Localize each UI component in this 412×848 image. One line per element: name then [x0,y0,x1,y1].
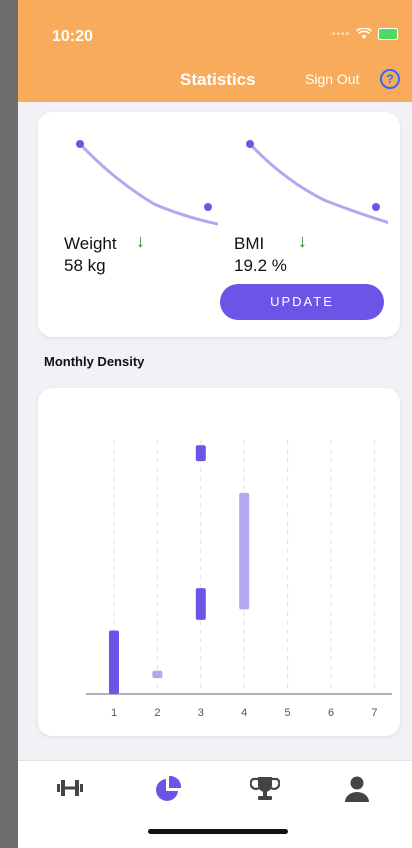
density-chart-card: 1 2 3 4 5 6 7 [38,388,400,736]
sign-out-button[interactable]: Sign Out [305,71,359,87]
bmi-metric: BMI 19.2 % [234,234,287,276]
header-bar: 10:20 •••• Statistics Sign Out ? [18,0,412,102]
bmi-value: 19.2 % [234,256,287,275]
metrics-card: Weight 58 kg ↓ BMI 19.2 % ↓ UPDATE [38,112,400,337]
update-button[interactable]: UPDATE [220,284,384,320]
x-tick-label: 5 [285,707,291,719]
density-chart: 1 2 3 4 5 6 7 [86,440,392,719]
bmi-end-point [372,203,380,211]
weight-value: 58 kg [64,256,106,275]
weight-metric: Weight 58 kg [64,234,117,276]
down-arrow-icon: ↓ [136,231,145,251]
weight-end-point [204,203,212,211]
section-title: Monthly Density [44,354,145,369]
x-tick-label: 4 [241,707,247,719]
density-bar [239,492,250,610]
tab-workouts[interactable] [56,775,96,805]
status-time: 10:20 [52,28,93,45]
x-tick-label: 1 [111,707,117,719]
density-bar [152,670,163,679]
tab-achievements[interactable] [249,775,290,805]
wifi-icon [356,28,372,39]
battery-icon [378,28,398,40]
bmi-label: BMI [234,234,265,253]
trophy-icon [249,777,281,800]
x-tick-label: 3 [198,707,204,719]
weight-trend-chart [76,140,218,226]
weight-trend-line [78,142,218,226]
tab-bar [18,760,412,848]
bmi-trend-chart [246,140,388,225]
weight-label: Weight [64,234,117,253]
signal-icon: •••• [331,28,350,40]
pie-chart-icon [156,775,182,801]
page-title: Statistics [180,70,256,89]
bmi-start-point [246,140,254,148]
down-arrow-icon: ↓ [298,231,307,251]
question-circle-icon[interactable]: ? [380,69,400,89]
x-tick-label: 6 [328,707,334,719]
x-tick-label: 2 [154,707,160,719]
home-indicator [148,829,288,834]
density-bar [109,630,119,694]
tab-statistics[interactable] [154,775,194,805]
weight-start-point [76,140,84,148]
density-bar [195,445,206,462]
x-tick-label: 7 [371,707,377,719]
status-icons: •••• [332,28,398,40]
app-screen: 10:20 •••• Statistics Sign Out ? Weight [18,0,412,848]
bmi-trend-line [248,142,388,225]
user-icon [345,776,369,802]
dumbbell-icon [57,780,83,796]
density-bar [195,588,206,620]
tab-profile[interactable] [344,775,384,805]
